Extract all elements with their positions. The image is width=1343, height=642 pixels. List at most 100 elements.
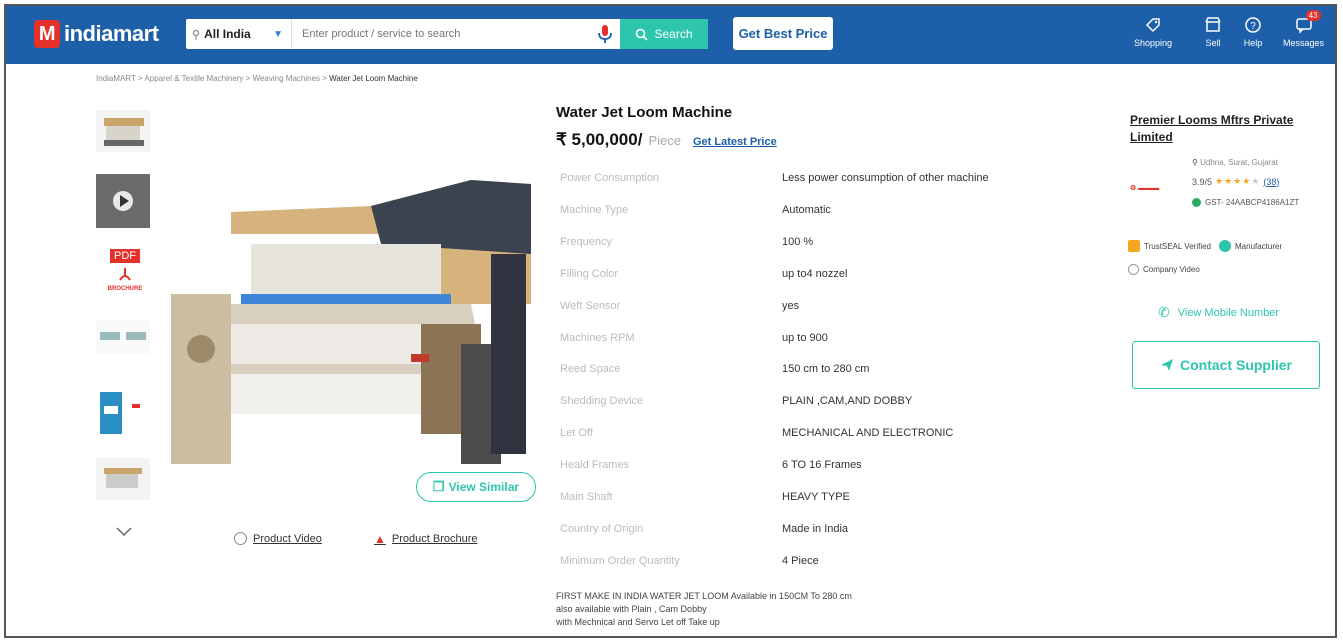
product-video-label: Product Video xyxy=(253,532,322,545)
nav-shopping[interactable]: Shopping xyxy=(1134,14,1172,48)
supplier-gst: GST- 24AABCP4186A1ZT xyxy=(1192,198,1299,207)
top-bar: M indiamart ⚲ All India ▼ Search Get Bes… xyxy=(6,6,1335,64)
location-select[interactable]: ⚲ All India ▼ xyxy=(186,19,292,49)
review-count-link[interactable]: (38) xyxy=(1263,177,1279,187)
get-best-price-button[interactable]: Get Best Price xyxy=(733,17,833,50)
breadcrumb-item[interactable]: IndiaMART xyxy=(96,74,136,83)
play-icon xyxy=(1128,264,1139,275)
spec-key: Machines RPM xyxy=(560,331,635,344)
breadcrumb-item[interactable]: Weaving Machines xyxy=(253,74,320,83)
company-video-label: Company Video xyxy=(1143,265,1200,274)
nav-label: Help xyxy=(1243,38,1263,48)
nav-label: Messages xyxy=(1283,38,1325,48)
product-video-link[interactable]: Product Video xyxy=(234,532,322,545)
breadcrumb-separator: > xyxy=(322,74,327,83)
supplier-badges: TrustSEAL Verified Manufacturer xyxy=(1128,240,1282,252)
nav-label: Shopping xyxy=(1134,38,1173,48)
thumbnail-brochure-page[interactable] xyxy=(96,392,150,434)
nav-label: Sell xyxy=(1205,38,1221,48)
product-brochure-link[interactable]: ▲ Product Brochure xyxy=(374,532,478,546)
breadcrumb-separator: > xyxy=(137,74,143,83)
description-line: with Mechnical and Servo Let off Take up xyxy=(556,617,720,627)
contact-supplier-button[interactable]: Contact Supplier xyxy=(1132,341,1320,389)
trustseal-label: TrustSEAL Verified xyxy=(1144,241,1211,251)
location-pin-icon: ⚲ xyxy=(1192,158,1198,167)
product-price: ₹ 5,00,000/ Piece Get Latest Price xyxy=(556,130,777,150)
spec-key: Heald Frames xyxy=(560,459,630,472)
spec-value: 4 Piece xyxy=(782,554,819,567)
spec-key: Filling Color xyxy=(560,267,619,280)
nav-help[interactable]: ? Help xyxy=(1242,14,1264,48)
rating-max: /5 xyxy=(1204,176,1213,187)
gst-number: GST- 24AABCP4186A1ZT xyxy=(1205,198,1300,207)
company-video-link[interactable]: Company Video xyxy=(1128,264,1200,275)
help-icon: ? xyxy=(1242,14,1264,36)
sell-icon xyxy=(1202,14,1224,36)
view-similar-button[interactable]: ❐ View Similar xyxy=(416,472,536,502)
messages-badge: 43 xyxy=(1305,10,1321,21)
supplier-name-link[interactable]: Premier Looms Mftrs Private Limited xyxy=(1130,112,1320,146)
thumbnail-loom-3[interactable] xyxy=(96,458,150,500)
pdf-tag: PDF xyxy=(110,249,140,263)
shopping-icon xyxy=(1142,14,1164,36)
chevron-down-icon[interactable] xyxy=(114,524,134,538)
spec-value: 150 cm to 280 cm xyxy=(782,363,870,376)
spec-value: Made in India xyxy=(782,522,849,535)
breadcrumb-current: Water Jet Loom Machine xyxy=(329,74,418,83)
spec-key: Machine Type xyxy=(560,203,629,216)
copy-icon: ❐ xyxy=(432,479,445,494)
trustseal-icon xyxy=(1128,240,1140,252)
page-frame: M indiamart ⚲ All India ▼ Search Get Bes… xyxy=(4,4,1337,638)
manufacturer-icon xyxy=(1219,240,1231,252)
spec-key: Shedding Device xyxy=(560,395,644,408)
thumbnail-loom-2[interactable] xyxy=(96,320,150,354)
breadcrumb-item[interactable]: Apparel & Textile Machinery xyxy=(144,74,243,83)
view-mobile-label: View Mobile Number xyxy=(1177,306,1280,319)
breadcrumb: IndiaMART > Apparel & Textile Machinery … xyxy=(96,74,418,83)
phone-icon: ✆ xyxy=(1158,304,1170,320)
product-description: FIRST MAKE IN INDIA WATER JET LOOM Avail… xyxy=(556,590,976,629)
spec-key: Main Shaft xyxy=(560,491,613,503)
microphone-icon[interactable] xyxy=(594,23,616,45)
price-unit: Piece xyxy=(648,133,681,148)
location-pin-icon: ⚲ xyxy=(192,28,201,41)
search-button-label: Search xyxy=(654,27,693,41)
search-button[interactable]: Search xyxy=(620,19,708,49)
spec-key: Let Off xyxy=(560,427,593,440)
spec-key: Country of Origin xyxy=(560,522,644,535)
thumbnail-loom-1[interactable] xyxy=(96,110,150,152)
spec-value: 100 % xyxy=(782,235,814,248)
messages-icon: 43 xyxy=(1293,10,1321,36)
spec-value: Automatic xyxy=(782,203,831,216)
view-mobile-number-link[interactable]: ✆ View Mobile Number xyxy=(1158,304,1279,321)
spec-key: Reed Space xyxy=(560,363,621,376)
spec-value: yes xyxy=(782,299,800,312)
product-title: Water Jet Loom Machine xyxy=(556,104,733,121)
spec-value: HEAVY TYPE xyxy=(782,491,850,503)
nav-messages[interactable]: 43 Messages xyxy=(1283,10,1325,48)
spec-key: Power Consumption xyxy=(560,172,660,184)
breadcrumb-separator: > xyxy=(245,74,251,83)
thumbnail-brochure[interactable]: PDF BROCHURE xyxy=(100,246,150,298)
location-value: All India xyxy=(204,27,251,41)
verified-check-icon xyxy=(1192,198,1201,207)
play-icon xyxy=(234,532,247,545)
nav-sell[interactable]: Sell xyxy=(1202,14,1224,48)
spec-value: up to4 nozzel xyxy=(782,267,848,280)
spec-value: 6 TO 16 Frames xyxy=(782,459,862,472)
rating-value: 3.9 xyxy=(1192,176,1205,187)
search-input[interactable] xyxy=(292,19,622,49)
spec-value: up to 900 xyxy=(782,331,828,344)
contact-supplier-label: Contact Supplier xyxy=(1179,357,1292,373)
supplier-logo: ⚙ ▬▬▬ xyxy=(1130,185,1160,192)
svg-text:?: ? xyxy=(1250,21,1256,32)
logo-mark: M xyxy=(34,20,60,48)
spec-value: PLAIN ,CAM,AND DOBBY xyxy=(782,395,913,408)
indiamart-logo[interactable]: M indiamart xyxy=(34,20,159,48)
supplier-location: ⚲ Udhna, Surat, Gujarat xyxy=(1192,158,1278,167)
get-latest-price-link[interactable]: Get Latest Price xyxy=(693,136,777,148)
pdf-icon: ▲ xyxy=(374,532,386,546)
supplier-rating: 3.9/5 ★★★★★ (38) xyxy=(1192,176,1279,187)
thumbnail-video[interactable] xyxy=(96,174,150,228)
product-main-image[interactable] xyxy=(171,174,536,464)
